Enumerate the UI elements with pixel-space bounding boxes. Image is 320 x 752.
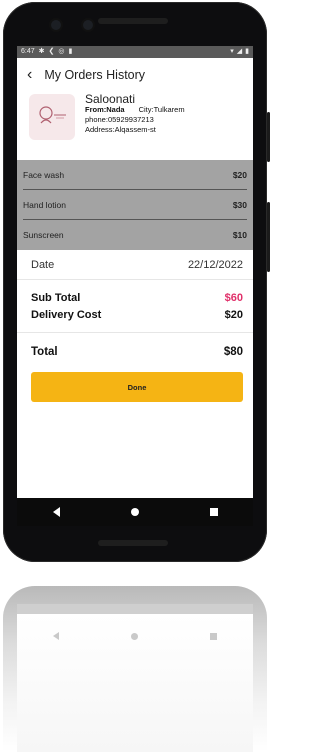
shop-card: Saloonati From:Nada City:Tulkarem phone:…	[17, 92, 253, 160]
system-nav-bar	[17, 498, 253, 526]
item-price: $20	[232, 169, 247, 180]
total-label: Total	[31, 345, 58, 358]
total-value: $80	[223, 345, 243, 358]
page-title: My Orders History	[44, 68, 146, 82]
nav-home-icon[interactable]	[130, 508, 139, 516]
shop-name: Saloonati	[85, 92, 136, 106]
nav-back-icon[interactable]	[52, 507, 60, 517]
date-value: 22/12/2022	[187, 258, 243, 271]
date-row: Date 22/12/2022	[17, 250, 253, 280]
done-button[interactable]: Done	[31, 372, 243, 402]
from-label: From:	[85, 105, 107, 114]
summary: Sub Total $60 Delivery Cost $20	[17, 290, 253, 322]
from-value: Nada	[106, 105, 125, 114]
camera-icon	[51, 20, 61, 30]
shop-city: City:Tulkarem	[138, 105, 185, 114]
reflection-home-icon	[131, 632, 138, 640]
item-name: Hand lotion	[23, 199, 67, 210]
reflection-back-icon	[53, 632, 59, 640]
earpiece-speaker	[98, 18, 168, 24]
total-row: Total $80	[17, 332, 253, 370]
list-item: Hand lotion $30	[23, 190, 247, 220]
settings-icon: ✱	[38, 48, 45, 55]
item-name: Sunscreen	[23, 230, 64, 240]
nav-recents-icon[interactable]	[209, 508, 218, 516]
bottom-speaker	[98, 540, 168, 546]
stage: 6:47 ✱ ❮ ◎ ▮ ▾ ◢ ▮ ‹ My Orders History S…	[0, 0, 270, 752]
delivery-label: Delivery Cost	[31, 308, 102, 321]
volume-button	[267, 112, 270, 162]
app-bar: ‹ My Orders History	[17, 58, 253, 92]
phone-frame: 6:47 ✱ ❮ ◎ ▮ ▾ ◢ ▮ ‹ My Orders History S…	[3, 2, 270, 562]
list-item: Face wash $20	[23, 160, 247, 190]
power-button	[267, 202, 270, 272]
delivery-row: Delivery Cost $20	[31, 307, 243, 322]
sensor-icon	[83, 20, 93, 30]
delivery-value: $20	[224, 308, 243, 321]
whatsapp-icon: ◎	[58, 48, 65, 55]
share-icon: ❮	[48, 48, 55, 55]
shop-address: Address:Alqassem-st	[85, 125, 156, 134]
back-arrow-icon[interactable]: ‹	[27, 67, 32, 83]
reflection-recents-icon	[210, 632, 217, 640]
phone-reflection	[3, 586, 267, 752]
item-price: $30	[232, 199, 247, 210]
subtotal-row: Sub Total $60	[31, 290, 243, 305]
shop-info: Saloonati From:Nada City:Tulkarem phone:…	[85, 92, 185, 160]
subtotal-value: $60	[224, 291, 243, 304]
wifi-icon: ▾	[230, 48, 234, 55]
list-item: Sunscreen $10	[23, 220, 247, 250]
top-bezel	[3, 2, 267, 46]
shop-logo	[29, 94, 75, 140]
screen: 6:47 ✱ ❮ ◎ ▮ ▾ ◢ ▮ ‹ My Orders History S…	[17, 46, 253, 526]
date-label: Date	[31, 258, 55, 271]
reflection-bar	[17, 604, 253, 614]
reflection-nav	[17, 626, 253, 646]
signal-icon: ◢	[236, 48, 243, 55]
battery-icon: ▮	[245, 48, 249, 55]
salon-logo-icon	[39, 106, 66, 124]
shop-phone: phone:05929937213	[85, 115, 154, 124]
status-time: 6:47	[21, 48, 35, 55]
order-items-list: Face wash $20 Hand lotion $30 Sunscreen …	[17, 160, 253, 250]
item-price: $10	[232, 230, 247, 240]
subtotal-label: Sub Total	[31, 291, 81, 304]
item-name: Face wash	[23, 169, 65, 180]
clipboard-icon: ▮	[68, 48, 73, 55]
status-bar: 6:47 ✱ ❮ ◎ ▮ ▾ ◢ ▮	[17, 46, 253, 58]
